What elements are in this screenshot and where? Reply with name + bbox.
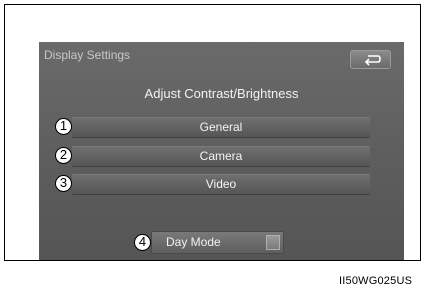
screen-subtitle: Adjust Contrast/Brightness [144,86,299,101]
callout-badge-1: 1 [55,118,72,135]
callout-badge-2: 2 [55,147,72,164]
day-mode-label: Day Mode [166,235,221,249]
callout-badge-3: 3 [55,175,72,192]
callout-badge-4: 4 [134,234,151,251]
back-arrow-icon [364,55,381,66]
camera-button[interactable]: Camera [72,146,370,167]
day-mode-toggle[interactable]: Day Mode [151,231,284,254]
day-mode-indicator [266,235,280,250]
general-button[interactable]: General [72,117,370,138]
screen-title: Display Settings [44,48,131,62]
back-button[interactable] [350,50,391,69]
video-button[interactable]: Video [72,174,370,195]
figure-code: II50WG025US [339,275,413,287]
